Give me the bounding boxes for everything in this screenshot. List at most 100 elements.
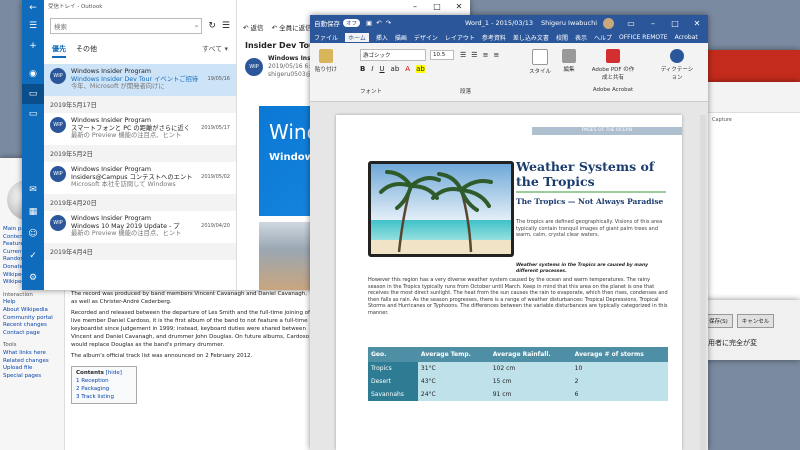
mail-date-group: 2019年4月20日 bbox=[44, 194, 236, 211]
mail-item[interactable]: WIP Windows Insider Program Windows Insi… bbox=[44, 64, 236, 96]
dictate-button[interactable]: ディクテーション bbox=[660, 49, 694, 81]
mail-item[interactable]: WIP Windows Insider Program Insiders@Cam… bbox=[44, 162, 236, 194]
select-mode-icon[interactable]: ☰ bbox=[222, 21, 230, 31]
contents-item[interactable]: 2 Packaging bbox=[76, 385, 132, 393]
wiki-interaction-link[interactable]: Contact page bbox=[3, 330, 58, 338]
contents-item[interactable]: 3 Track listing bbox=[76, 393, 132, 401]
minimize-icon[interactable]: – bbox=[404, 2, 426, 11]
contents-hide-toggle[interactable]: [hide] bbox=[106, 370, 122, 376]
close-icon[interactable]: ✕ bbox=[448, 2, 470, 11]
wiki-tools-link[interactable]: Related changes bbox=[3, 358, 58, 366]
save-icon[interactable]: ▣ bbox=[366, 19, 372, 27]
wiki-interaction-link[interactable]: Help bbox=[3, 299, 58, 307]
autosave-toggle[interactable]: オフ bbox=[343, 19, 361, 27]
mail-preview: Microsoft 本社を訪問して Windows bbox=[71, 181, 176, 188]
table-cell: 10 bbox=[571, 362, 668, 375]
account-icon[interactable]: ◉ bbox=[22, 64, 44, 84]
bullets-icon[interactable]: ☰ bbox=[460, 51, 466, 59]
mail-sender: Windows Insider Program bbox=[71, 215, 152, 222]
undo-icon[interactable]: ↶ bbox=[376, 19, 381, 27]
wiki-tools-link[interactable]: What links here bbox=[3, 350, 58, 358]
mail-tabs: 優先 その他 すべて ▾ bbox=[44, 44, 236, 58]
wiki-tools-link[interactable]: Special pages bbox=[3, 373, 58, 381]
underline-icon[interactable]: U bbox=[379, 65, 384, 73]
ribbon-tab[interactable]: 差し込み文書 bbox=[513, 33, 549, 42]
hamburger-menu-icon[interactable]: ☰ bbox=[22, 16, 44, 36]
mail-sender: Windows Insider Program bbox=[71, 68, 152, 75]
font-color-icon[interactable]: A bbox=[405, 65, 410, 73]
calendar-icon[interactable]: ▦ bbox=[22, 202, 44, 222]
contents-item[interactable]: 1 Reception bbox=[76, 377, 132, 385]
sender-avatar: WIP bbox=[50, 117, 66, 133]
dialog-save-button[interactable]: 保存(S) bbox=[704, 314, 733, 328]
word-ribbon: 貼り付け 游ゴシック 10.5 B I U ab A ab フォント ☰ ☰ ≡… bbox=[310, 43, 708, 102]
ribbon-tab[interactable]: Acrobat bbox=[675, 34, 698, 41]
doc-body-paragraph: However this region has a very diverse w… bbox=[368, 277, 668, 316]
wiki-interaction-link[interactable]: Recent changes bbox=[3, 322, 58, 330]
word-document-page[interactable]: PAGES OF THE OCEAN Weather Systems of th… bbox=[336, 115, 682, 450]
styles-button[interactable]: スタイル bbox=[528, 49, 552, 75]
strikethrough-icon[interactable]: ab bbox=[391, 65, 400, 73]
ribbon-tab-home[interactable]: ホーム bbox=[345, 32, 369, 42]
paste-button[interactable]: 貼り付け bbox=[314, 49, 338, 73]
ribbon-tab[interactable]: 参考資料 bbox=[482, 33, 506, 42]
settings-gear-icon[interactable]: ⚙ bbox=[22, 268, 44, 288]
wiki-contents-box: Contents [hide] 1 Reception 2 Packaging … bbox=[71, 366, 137, 404]
dialog-cancel-button[interactable]: キャンセル bbox=[736, 314, 775, 328]
tab-focused[interactable]: 優先 bbox=[52, 44, 66, 58]
tropical-beach-photo[interactable] bbox=[368, 161, 514, 257]
mail-item[interactable]: WIP Windows Insider Program Windows 10 M… bbox=[44, 211, 236, 243]
ribbon-tab[interactable]: デザイン bbox=[414, 33, 438, 42]
minimize-icon[interactable]: – bbox=[642, 19, 664, 28]
ribbon-tab[interactable]: 描画 bbox=[395, 33, 407, 42]
search-icon[interactable]: ⌕ bbox=[195, 22, 199, 31]
italic-icon[interactable]: I bbox=[371, 65, 373, 73]
numbering-icon[interactable]: ☰ bbox=[471, 51, 477, 59]
align-left-icon[interactable]: ≡ bbox=[483, 51, 489, 59]
doc-title: Weather Systems of the Tropics bbox=[516, 159, 655, 189]
close-icon[interactable]: ✕ bbox=[686, 19, 708, 28]
mail-item[interactable]: WIP Windows Insider Program スマートフォンと PC … bbox=[44, 113, 236, 145]
people-icon[interactable]: ☺ bbox=[22, 224, 44, 244]
styles-icon bbox=[532, 49, 548, 65]
bold-icon[interactable]: B bbox=[360, 65, 365, 73]
wiki-interaction-link[interactable]: About Wikipedia bbox=[3, 307, 58, 315]
wiki-tools-link[interactable]: Upload file bbox=[3, 365, 58, 373]
reply-all-button[interactable]: ↶ 全員に返信 bbox=[272, 22, 312, 32]
back-arrow-icon[interactable]: ← bbox=[22, 0, 44, 16]
new-mail-icon[interactable]: + bbox=[22, 36, 44, 56]
word-vertical-scrollbar[interactable] bbox=[700, 115, 706, 450]
ribbon-tab[interactable]: 挿入 bbox=[376, 33, 388, 42]
ribbon-tab[interactable]: 表示 bbox=[575, 33, 587, 42]
ribbon-tab[interactable]: ファイル bbox=[314, 33, 338, 42]
font-size-select[interactable]: 10.5 bbox=[430, 50, 454, 60]
user-avatar[interactable] bbox=[603, 17, 614, 29]
highlight-icon[interactable]: ab bbox=[416, 65, 425, 73]
wiki-interaction-link[interactable]: Community portal bbox=[3, 315, 58, 323]
maximize-icon[interactable]: □ bbox=[664, 19, 686, 28]
ribbon-tab[interactable]: 校閲 bbox=[556, 33, 568, 42]
redo-icon[interactable]: ↷ bbox=[386, 19, 391, 27]
font-name-select[interactable]: 游ゴシック bbox=[360, 49, 426, 61]
mail-icon[interactable]: ✉ bbox=[22, 180, 44, 200]
ribbon-display-icon[interactable]: ▭ bbox=[620, 19, 642, 28]
doc-subtitle: The Tropics — Not Always Paradise bbox=[516, 197, 664, 206]
ribbon-tab[interactable]: ヘルプ bbox=[594, 33, 612, 42]
ribbon-tab[interactable]: レイアウト bbox=[445, 33, 475, 42]
mail-search-input[interactable]: 検索 ⌕ bbox=[50, 18, 203, 34]
user-name[interactable]: Shigeru Iwabuchi bbox=[541, 19, 597, 27]
folder-icon[interactable]: ▭ bbox=[22, 104, 44, 124]
align-center-icon[interactable]: ≡ bbox=[493, 51, 499, 59]
todo-icon[interactable]: ✓ bbox=[22, 246, 44, 266]
filter-dropdown[interactable]: すべて ▾ bbox=[202, 44, 228, 58]
table-cell: 43°C bbox=[417, 375, 490, 388]
tab-other[interactable]: その他 bbox=[76, 44, 97, 58]
edit-button[interactable]: 編集 bbox=[558, 49, 580, 73]
reply-button[interactable]: ↶ 返信 bbox=[243, 22, 264, 32]
dialog-peek-text: 用者に完全が変 bbox=[708, 339, 757, 347]
ribbon-tab[interactable]: OFFICE REMOTE bbox=[619, 34, 668, 41]
sync-icon[interactable]: ↻ bbox=[208, 21, 216, 31]
inbox-folder-icon[interactable]: ▭ bbox=[22, 84, 44, 104]
adobe-pdf-button[interactable]: Adobe PDF の作成と共有 bbox=[590, 49, 636, 81]
maximize-icon[interactable]: □ bbox=[426, 2, 448, 11]
